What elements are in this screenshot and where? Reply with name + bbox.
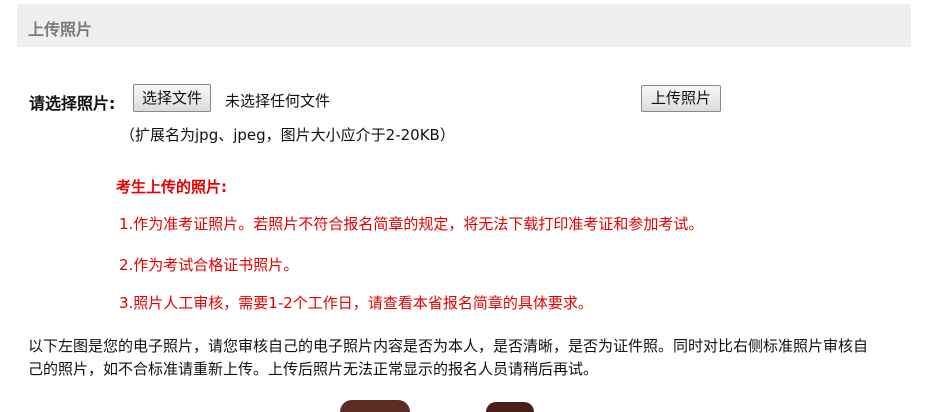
notice-item-1: 1.作为准考证照片。若照片不符合报名简章的规定，将无法下载打印准考证和参加考试。 [119, 215, 704, 233]
file-status-text: 未选择任何文件 [225, 92, 331, 110]
upload-photo-button[interactable]: 上传照片 [641, 85, 722, 112]
notice-item-3: 3.照片人工审核，需要1-2个工作日，请查看本省报名简章的具体要求。 [119, 294, 593, 312]
uploaded-photo-preview [340, 400, 410, 412]
photo-review-description: 以下左图是您的电子照片，请您审核自己的电子照片内容是否为本人，是否清晰，是否为证… [28, 337, 869, 378]
file-requirements-hint: （扩展名为jpg、jpeg，图片大小应介于2-20KB） [120, 126, 455, 144]
section-header: 上传照片 [17, 4, 911, 47]
notice-title: 考生上传的照片: [116, 178, 227, 196]
standard-photo-sample [486, 402, 534, 412]
section-title: 上传照片 [28, 20, 93, 39]
choose-file-button[interactable]: 选择文件 [133, 84, 212, 112]
photo-select-label: 请选择照片: [29, 94, 116, 113]
notice-item-2: 2.作为考试合格证书照片。 [119, 256, 299, 274]
